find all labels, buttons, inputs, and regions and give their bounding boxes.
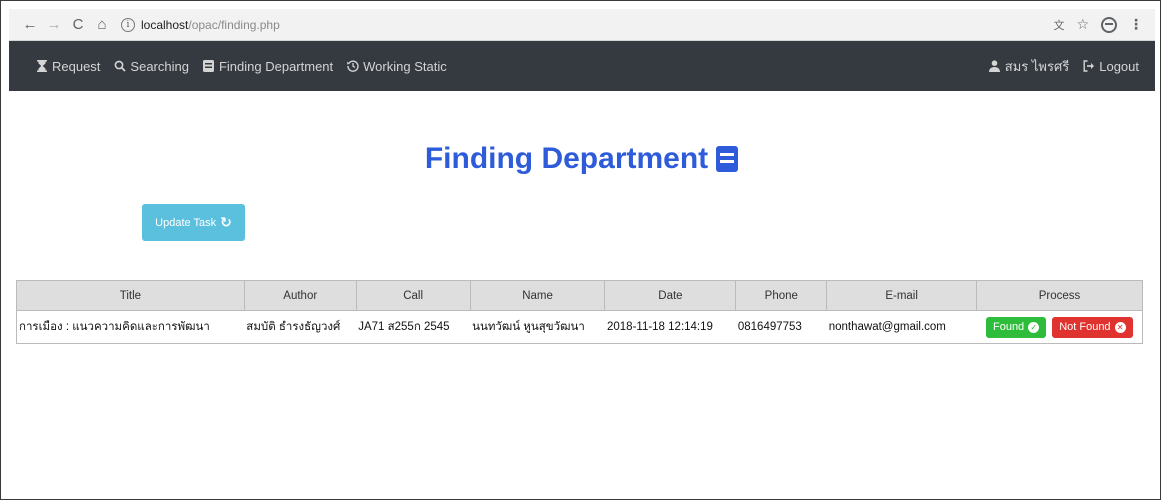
bookmark-star-icon[interactable]: ☆ [1076,16,1089,33]
times-circle-icon: ✕ [1114,321,1126,333]
nav-label-searching: Searching [130,58,189,74]
cell-date: 2018-11-18 12:14:19 [604,310,736,344]
url-path: /opac/finding.php [188,17,280,32]
not-found-button[interactable]: Not Found ✕ [1052,316,1133,338]
history-icon [347,59,359,73]
column-header-title: Title [16,280,245,311]
kebab-menu-icon[interactable]: ⋮ [1129,16,1143,33]
page-title-text: Finding Department [424,142,709,175]
cell-name: นนทวัฒน์ หูนสุขวัฒนา [470,310,605,344]
cell-phone: 0816497753 [735,310,827,344]
nav-item-logout[interactable]: Logout [1083,59,1139,74]
cell-title: การเมือง : แนวความคิดและการพัฒนา [16,310,245,344]
nav-label-finding-department: Finding Department [218,58,334,74]
column-header-name: Name [469,280,606,311]
table-row: การเมือง : แนวความคิดและการพัฒนา สมบัติ … [16,310,1143,344]
logout-icon [1083,59,1095,73]
column-header-call: Call [355,280,471,311]
cell-call: JA71 ส255ก 2545 [356,310,471,344]
refresh-icon: ↻ [220,214,232,230]
cell-process: Found ✓ Not Found ✕ [976,310,1143,344]
nav-left-menu: Request Searching Finding Department Wor… [36,59,447,74]
back-arrow-icon[interactable]: ← [19,14,41,36]
browser-window: ← → C ⌂ i localhost/opac/finding.php 文 ☆… [0,0,1161,500]
task-table: Title Author Call Name Date Phone E-mail… [16,280,1143,344]
update-task-label: Update Task [155,216,217,229]
page-title: Finding Department [1,142,1161,176]
column-header-author: Author [243,280,357,311]
column-header-phone: Phone [735,280,828,311]
app-navbar: Request Searching Finding Department Wor… [9,41,1155,91]
user-icon [989,59,1001,73]
nav-label-user: สมร ไพรศรี [1004,58,1070,74]
url-host: localhost [141,17,189,32]
found-button[interactable]: Found ✓ [985,316,1047,338]
book-icon [203,59,215,73]
column-header-date: Date [604,280,737,311]
hourglass-icon [36,59,48,73]
nav-label-working-static: Working Static [363,58,447,74]
nav-label-request: Request [52,58,101,74]
not-found-label: Not Found [1059,321,1111,333]
nav-right-menu: สมร ไพรศรี Logout [989,56,1139,77]
column-header-email: E-mail [826,280,978,311]
book-icon [716,146,739,172]
found-label: Found [992,321,1025,333]
check-circle-icon: ✓ [1028,321,1040,333]
reload-icon[interactable]: C [67,14,89,36]
nav-item-searching[interactable]: Searching [114,59,189,74]
address-bar[interactable]: i localhost/opac/finding.php [121,17,280,32]
forward-arrow-icon[interactable]: → [43,14,65,36]
cell-author: สมบัติ ธำรงธัญวงศ์ [244,310,357,344]
profile-icon[interactable] [1101,16,1117,33]
column-header-process: Process [976,280,1143,311]
translate-icon[interactable]: 文 [1053,17,1064,33]
search-icon [114,59,127,73]
nav-label-logout: Logout [1099,58,1139,74]
nav-item-finding-department[interactable]: Finding Department [203,59,333,74]
nav-item-working-static[interactable]: Working Static [347,59,447,74]
browser-actions: 文 ☆ ⋮ [1053,16,1143,33]
table-header-row: Title Author Call Name Date Phone E-mail… [16,280,1143,311]
browser-toolbar: ← → C ⌂ i localhost/opac/finding.php 文 ☆… [9,9,1155,41]
home-icon[interactable]: ⌂ [91,14,113,36]
nav-item-request[interactable]: Request [36,59,100,74]
info-icon[interactable]: i [121,17,135,32]
nav-item-user[interactable]: สมร ไพรศรี [989,56,1069,77]
browser-nav-buttons: ← → C ⌂ [19,14,113,36]
cell-email: nonthawat@gmail.com [826,310,977,344]
update-task-button[interactable]: Update Task ↻ [142,204,245,241]
